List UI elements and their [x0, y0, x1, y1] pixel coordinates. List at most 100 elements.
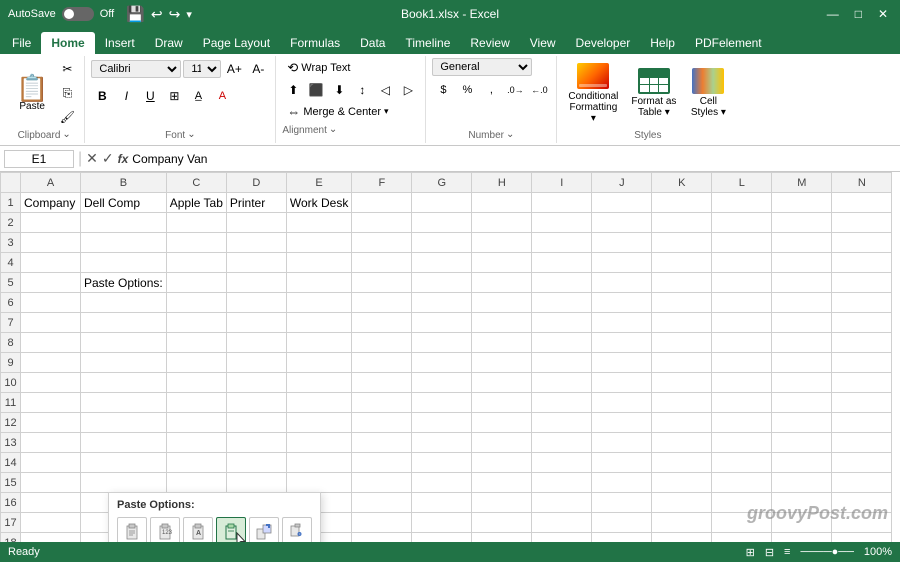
cell-r15-c3[interactable]: [166, 473, 226, 493]
cell-r7-c1[interactable]: [21, 313, 81, 333]
cell-r13-c2[interactable]: [81, 433, 167, 453]
cell-r13-c8[interactable]: [472, 433, 532, 453]
cell-r13-c1[interactable]: [21, 433, 81, 453]
save-icon[interactable]: 💾: [126, 5, 145, 23]
cell-r11-c11[interactable]: [652, 393, 712, 413]
formula-fx-btn[interactable]: fx: [118, 152, 129, 166]
cell-r8-c5[interactable]: [286, 333, 351, 353]
cell-r14-c8[interactable]: [472, 453, 532, 473]
cell-r2-c9[interactable]: [532, 213, 592, 233]
cell-r13-c4[interactable]: [226, 433, 286, 453]
tab-home[interactable]: Home: [41, 32, 94, 54]
cell-r8-c8[interactable]: [472, 333, 532, 353]
cell-r1-c12[interactable]: [712, 193, 772, 213]
cell-r2-c14[interactable]: [832, 213, 892, 233]
col-header-d[interactable]: D: [226, 173, 286, 193]
cell-r12-c7[interactable]: [412, 413, 472, 433]
cell-r1-c13[interactable]: [772, 193, 832, 213]
cell-r18-c6[interactable]: [352, 533, 412, 543]
font-name-select[interactable]: Calibri: [91, 60, 181, 78]
cell-r14-c2[interactable]: [81, 453, 167, 473]
cell-r2-c1[interactable]: [21, 213, 81, 233]
max-button[interactable]: □: [851, 7, 866, 21]
cell-r4-c9[interactable]: [532, 253, 592, 273]
cell-r11-c12[interactable]: [712, 393, 772, 413]
font-expand[interactable]: ⌄: [187, 129, 195, 140]
cell-r3-c2[interactable]: [81, 233, 167, 253]
cell-r14-c11[interactable]: [652, 453, 712, 473]
paste-option-values[interactable]: 123: [150, 517, 180, 542]
cell-r3-c4[interactable]: [226, 233, 286, 253]
cell-r5-c12[interactable]: [712, 273, 772, 293]
cell-r4-c2[interactable]: [81, 253, 167, 273]
tab-formulas[interactable]: Formulas: [280, 32, 350, 54]
redo-icon[interactable]: ↪: [169, 6, 181, 23]
cell-r6-c4[interactable]: [226, 293, 286, 313]
cell-r1-c8[interactable]: [472, 193, 532, 213]
conditional-formatting-button[interactable]: ConditionalFormatting ▾: [563, 60, 623, 127]
cell-r3-c6[interactable]: [352, 233, 412, 253]
cell-r13-c6[interactable]: [352, 433, 412, 453]
cell-r17-c8[interactable]: [472, 513, 532, 533]
formula-x-btn[interactable]: ✕: [86, 150, 98, 167]
row-header-3[interactable]: 3: [1, 233, 21, 253]
formula-check-btn[interactable]: ✓: [102, 150, 114, 167]
cell-r12-c10[interactable]: [592, 413, 652, 433]
cell-r5-c8[interactable]: [472, 273, 532, 293]
decrease-decimal-btn[interactable]: ←.0: [528, 79, 550, 101]
cell-r1-c5[interactable]: Work Desk: [286, 193, 351, 213]
row-header-1[interactable]: 1: [1, 193, 21, 213]
cell-r9-c6[interactable]: [352, 353, 412, 373]
cell-r14-c4[interactable]: [226, 453, 286, 473]
cell-r14-c13[interactable]: [772, 453, 832, 473]
cell-styles-button[interactable]: CellStyles ▾: [684, 65, 732, 121]
col-header-b[interactable]: B: [81, 173, 167, 193]
cell-r5-c5[interactable]: [286, 273, 351, 293]
cell-r6-c3[interactable]: [166, 293, 226, 313]
cell-r4-c13[interactable]: [772, 253, 832, 273]
min-button[interactable]: —: [823, 7, 843, 21]
cell-r7-c7[interactable]: [412, 313, 472, 333]
cell-r3-c8[interactable]: [472, 233, 532, 253]
cell-r10-c3[interactable]: [166, 373, 226, 393]
row-header-14[interactable]: 14: [1, 453, 21, 473]
cell-r2-c10[interactable]: [592, 213, 652, 233]
cell-r15-c6[interactable]: [352, 473, 412, 493]
row-header-9[interactable]: 9: [1, 353, 21, 373]
cell-r8-c12[interactable]: [712, 333, 772, 353]
cell-r9-c13[interactable]: [772, 353, 832, 373]
cell-r15-c13[interactable]: [772, 473, 832, 493]
cell-r2-c3[interactable]: [166, 213, 226, 233]
tab-draw[interactable]: Draw: [145, 32, 193, 54]
view-page-layout[interactable]: ⊟: [765, 546, 774, 559]
cell-r16-c10[interactable]: [592, 493, 652, 513]
cell-r16-c12[interactable]: [712, 493, 772, 513]
cell-r15-c9[interactable]: [532, 473, 592, 493]
cell-r10-c1[interactable]: [21, 373, 81, 393]
cell-r3-c11[interactable]: [652, 233, 712, 253]
cell-r16-c7[interactable]: [412, 493, 472, 513]
format-painter-button[interactable]: 🖌: [56, 106, 78, 128]
cell-r7-c11[interactable]: [652, 313, 712, 333]
cell-r13-c10[interactable]: [592, 433, 652, 453]
align-top-btn[interactable]: ⬆: [282, 80, 304, 100]
cell-r1-c2[interactable]: Dell Comp: [81, 193, 167, 213]
cell-r12-c3[interactable]: [166, 413, 226, 433]
cell-r18-c1[interactable]: [21, 533, 81, 543]
col-header-e[interactable]: E: [286, 173, 351, 193]
cell-r4-c12[interactable]: [712, 253, 772, 273]
cell-r10-c2[interactable]: [81, 373, 167, 393]
cell-r1-c7[interactable]: [412, 193, 472, 213]
cell-r18-c12[interactable]: [712, 533, 772, 543]
cell-r5-c10[interactable]: [592, 273, 652, 293]
cell-r1-c10[interactable]: [592, 193, 652, 213]
row-header-11[interactable]: 11: [1, 393, 21, 413]
cell-r6-c9[interactable]: [532, 293, 592, 313]
tab-timeline[interactable]: Timeline: [395, 32, 460, 54]
cell-r5-c14[interactable]: [832, 273, 892, 293]
cell-r14-c7[interactable]: [412, 453, 472, 473]
cell-r12-c4[interactable]: [226, 413, 286, 433]
cell-r12-c12[interactable]: [712, 413, 772, 433]
col-header-m[interactable]: M: [772, 173, 832, 193]
cell-r11-c7[interactable]: [412, 393, 472, 413]
